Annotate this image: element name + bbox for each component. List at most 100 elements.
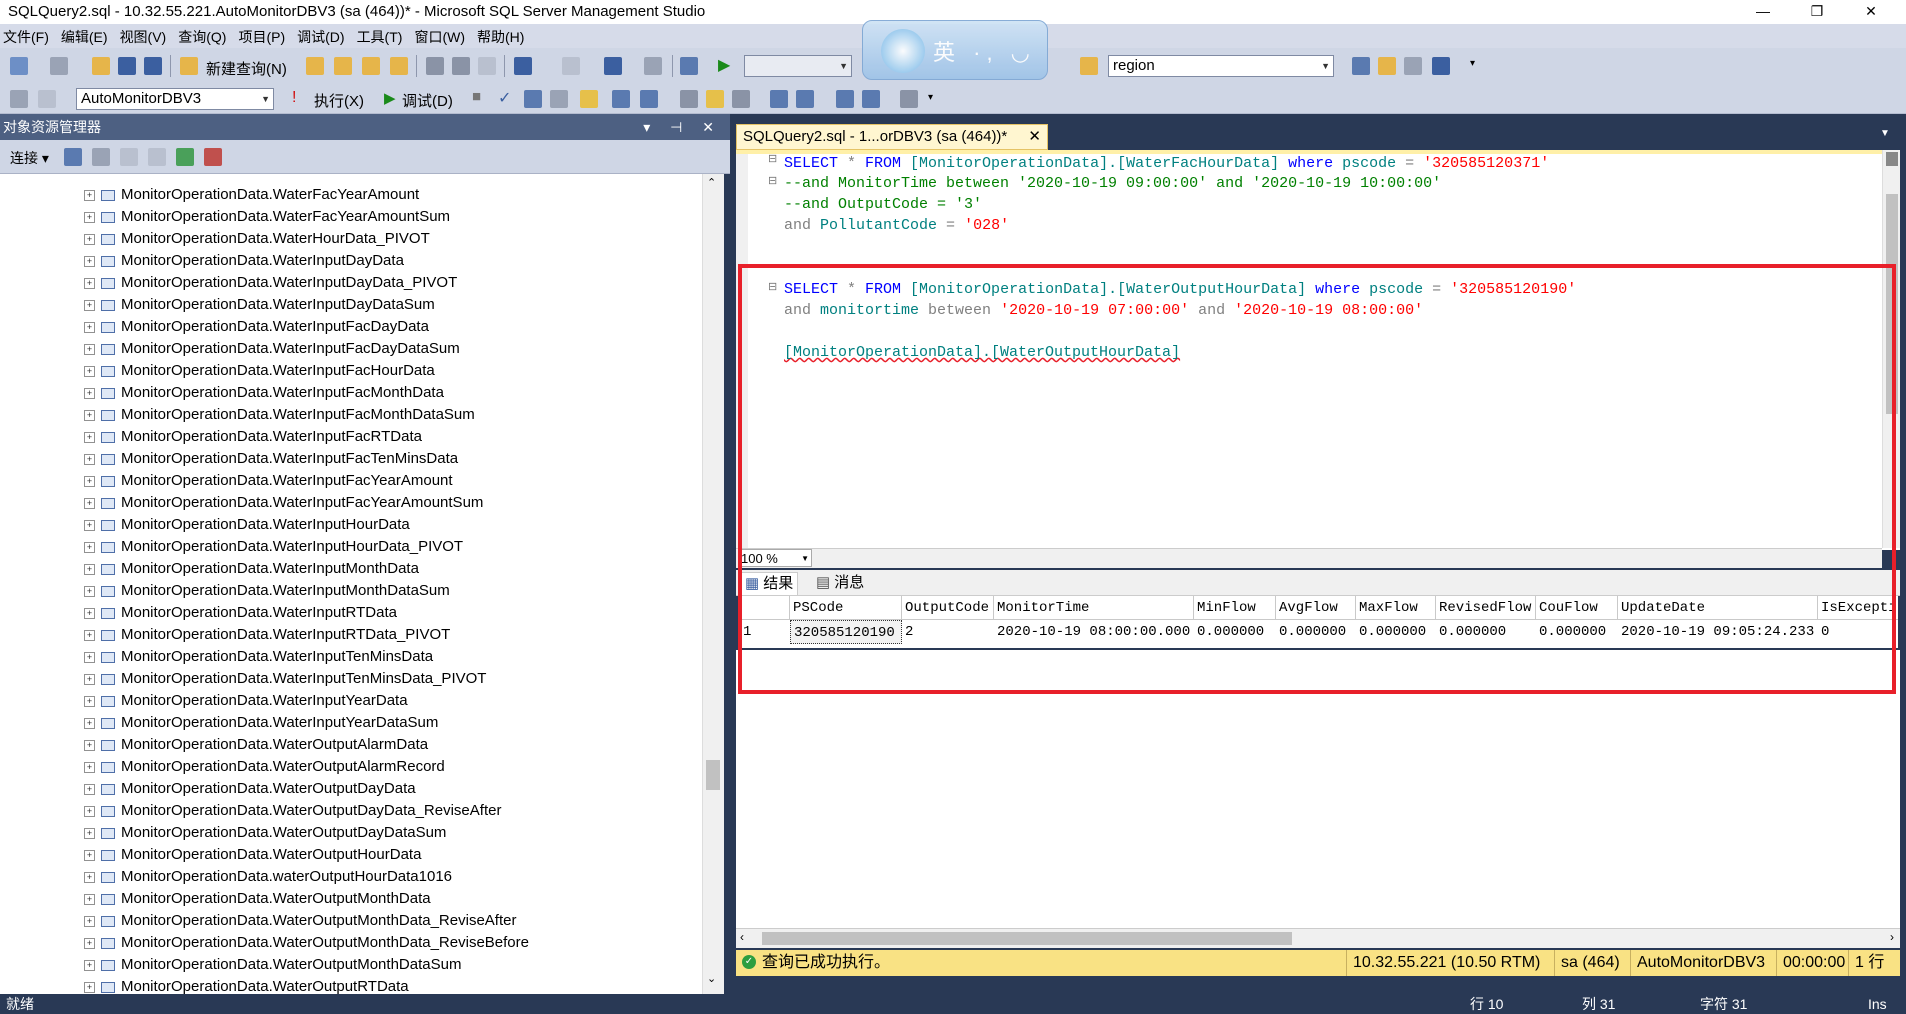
execute-icon[interactable]: ! [292,89,296,107]
tree-item-table[interactable]: + MonitorOperationData.WaterHourData_PIVO… [84,228,430,250]
expand-icon[interactable]: + [84,409,95,421]
menu-query[interactable]: 查询(Q) [175,24,235,47]
results-scroll-thumb[interactable] [762,932,1292,945]
tree-item-table[interactable]: + MonitorOperationData.WaterInputTenMinsD… [84,646,433,668]
expand-icon[interactable]: + [84,321,95,333]
scroll-up-icon[interactable]: ⌃ [707,176,716,189]
expand-icon[interactable]: + [84,475,95,487]
new-query-icon[interactable] [180,57,198,75]
find-in-files-icon[interactable] [1080,57,1098,75]
expand-icon[interactable]: + [84,211,95,223]
expand-icon[interactable]: + [84,629,95,641]
restore-button[interactable]: ❐ [1794,0,1840,24]
execute-button[interactable]: 执行(X) [314,90,364,111]
ime-language-bar[interactable]: 英 ·, ◡ [862,20,1048,80]
tree-item-table[interactable]: + MonitorOperationData.WaterInputDayData_… [84,272,457,294]
expand-icon[interactable]: + [84,827,95,839]
tree-item-table[interactable]: + MonitorOperationData.waterOutputHourDat… [84,866,452,888]
cut-icon[interactable] [426,57,444,75]
tree-item-table[interactable]: + MonitorOperationData.WaterOutputMonthDa… [84,910,516,932]
menu-edit[interactable]: 编辑(E) [58,24,117,47]
mdx-query-icon[interactable] [362,57,380,75]
collapse-icon[interactable]: ⊟ [768,152,777,165]
increase-indent-icon[interactable] [862,90,880,108]
tree-item-table[interactable]: + MonitorOperationData.WaterInputFacTenMi… [84,448,458,470]
tree-item-table[interactable]: + MonitorOperationData.WaterOutputHourDat… [84,844,421,866]
menu-file[interactable]: 文件(F) [0,24,58,47]
stop-icon[interactable] [120,148,138,166]
open-file-icon[interactable] [92,57,110,75]
results-to-file-icon[interactable] [732,90,750,108]
expand-icon[interactable]: + [84,761,95,773]
tree-item-table[interactable]: + MonitorOperationData.WaterOutputMonthDa… [84,954,461,976]
tree-item-table[interactable]: + MonitorOperationData.WaterOutputDayData… [84,822,446,844]
tree-item-table[interactable]: + MonitorOperationData.WaterOutputDayData [84,778,416,800]
include-plan-icon[interactable] [640,90,658,108]
expand-icon[interactable]: + [84,981,95,993]
expand-icon[interactable]: + [84,453,95,465]
tree-item-table[interactable]: + MonitorOperationData.WaterInputFacRTDat… [84,426,422,448]
xmla-query-icon[interactable] [390,57,408,75]
expand-icon[interactable]: + [84,849,95,861]
menu-debug[interactable]: 调试(D) [294,24,353,47]
tree-item-table[interactable]: + MonitorOperationData.WaterFacYearAmount… [84,206,450,228]
tree-item-table[interactable]: + MonitorOperationData.WaterInputDayDataS… [84,294,435,316]
minimize-button[interactable]: — [1740,0,1786,24]
activity-monitor-oe-icon[interactable] [204,148,222,166]
tree-item-table[interactable]: + MonitorOperationData.WaterOutputAlarmDa… [84,734,428,756]
add-item-icon[interactable] [50,57,68,75]
disconnect-icon[interactable] [38,90,56,108]
expand-icon[interactable]: + [84,233,95,245]
tree-item-table[interactable]: + MonitorOperationData.WaterInputTenMinsD… [84,668,486,690]
expand-icon[interactable]: + [84,519,95,531]
expand-icon[interactable]: + [84,387,95,399]
expand-icon[interactable]: + [84,343,95,355]
database-engine-query-icon[interactable] [306,57,324,75]
available-databases-combo[interactable]: AutoMonitorDBV3 ▼ [76,88,274,110]
close-window-button[interactable]: ✕ [1848,0,1894,24]
scroll-thumb[interactable] [706,760,720,790]
registered-servers-icon[interactable] [1352,57,1370,75]
expand-icon[interactable]: + [84,695,95,707]
expand-icon[interactable]: + [84,497,95,509]
expand-icon[interactable]: + [84,739,95,751]
tree-item-table[interactable]: + MonitorOperationData.WaterInputFacDayDa… [84,316,429,338]
query-options-icon[interactable] [550,90,568,108]
tab-sqlquery2[interactable]: SQLQuery2.sql - 1...orDBV3 (sa (464))* ✕ [736,124,1048,150]
tree-item-table[interactable]: + MonitorOperationData.WaterInputRTData [84,602,397,624]
navigate-forward-icon[interactable] [644,57,662,75]
toolbar-options-icon[interactable]: ▾ [1470,58,1475,69]
object-explorer-pane-controls[interactable]: ▾ ⊣ ✕ [643,114,722,140]
scroll-down-icon[interactable]: ⌄ [707,972,716,985]
debug-icon[interactable]: ▶ [384,89,396,107]
menu-help[interactable]: 帮助(H) [474,24,533,47]
expand-icon[interactable]: + [84,871,95,883]
results-to-grid-icon[interactable] [580,90,598,108]
uncomment-icon[interactable] [796,90,814,108]
results-to-grid-toggle-icon[interactable] [706,90,724,108]
expand-icon[interactable]: + [84,783,95,795]
connect-icon[interactable] [10,90,28,108]
tree-item-table[interactable]: + MonitorOperationData.WaterInputYearData [84,690,408,712]
expand-icon[interactable]: + [84,563,95,575]
expand-icon[interactable]: + [84,541,95,553]
tree-item-table[interactable]: + MonitorOperationData.WaterInputYearData… [84,712,438,734]
expand-icon[interactable]: + [84,805,95,817]
tree-item-table[interactable]: + MonitorOperationData.WaterFacYearAmount [84,184,419,206]
split-handle-icon[interactable] [1886,152,1898,166]
decrease-indent-icon[interactable] [836,90,854,108]
connect-dropdown-button[interactable]: 连接 ▾ [10,148,49,168]
tree-item-table[interactable]: + MonitorOperationData.WaterInputFacMonth… [84,382,444,404]
comment-out-icon[interactable] [770,90,788,108]
connect-object-explorer-icon[interactable] [64,148,82,166]
query-designer-icon[interactable] [612,90,630,108]
parse-icon[interactable]: ✓ [498,88,511,108]
tree-item-table[interactable]: + MonitorOperationData.WaterOutputRTData [84,976,409,994]
expand-icon[interactable]: + [84,189,95,201]
tree-item-table[interactable]: + MonitorOperationData.WaterOutputAlarmRe… [84,756,445,778]
menu-window[interactable]: 窗口(W) [411,24,474,47]
filter-icon[interactable] [148,148,166,166]
tree-item-table[interactable]: + MonitorOperationData.WaterInputHourData… [84,536,463,558]
menu-tools[interactable]: 工具(T) [354,24,412,47]
expand-icon[interactable]: + [84,255,95,267]
